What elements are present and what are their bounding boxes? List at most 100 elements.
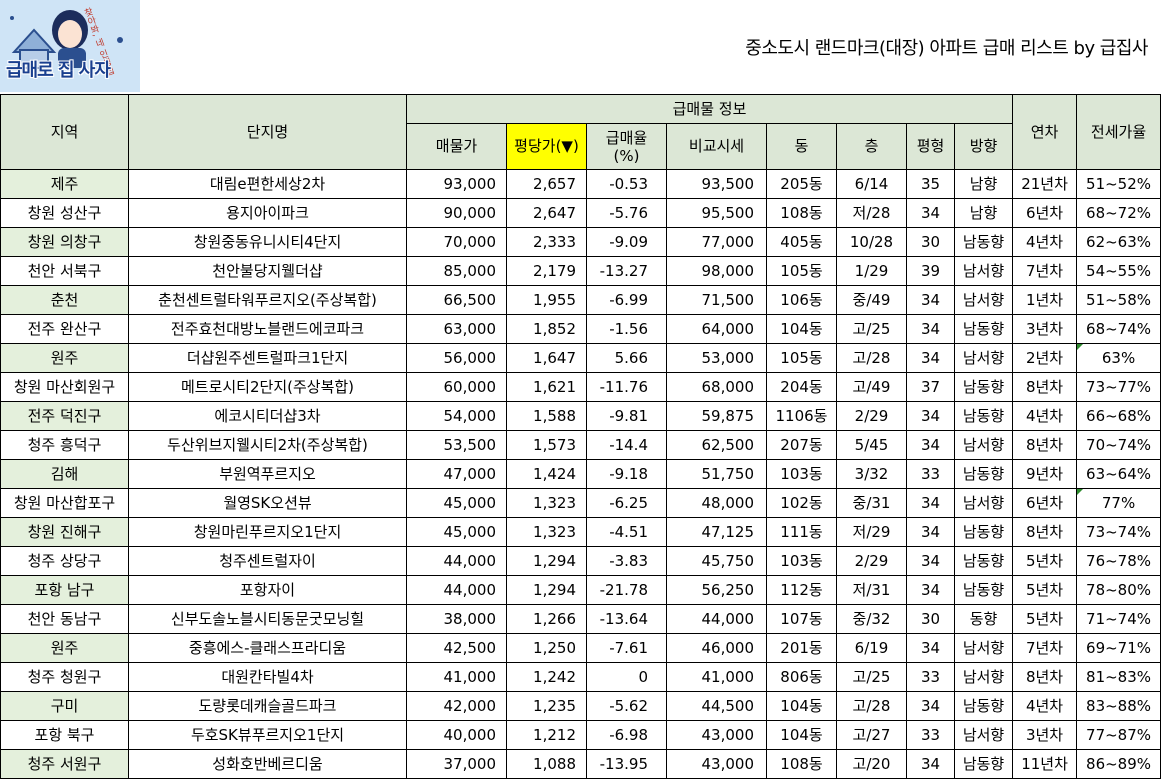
cell-discount-rate[interactable]: -6.99 <box>586 285 667 315</box>
cell-pyeong[interactable]: 34 <box>906 285 955 315</box>
cell-price-per-pyeong[interactable]: 1,621 <box>506 372 587 402</box>
table-row[interactable]: 춘천 춘천센트럴타워푸르지오(주상복합) 66,500 1,955 -6.99 … <box>0 285 1162 315</box>
cell-price-per-pyeong[interactable]: 1,212 <box>506 720 587 750</box>
cell-compare-price[interactable]: 64,000 <box>666 314 767 344</box>
table-row[interactable]: 청주 서원구 성화호반베르디움 37,000 1,088 -13.95 43,0… <box>0 749 1162 779</box>
cell-pyeong[interactable]: 37 <box>906 372 955 402</box>
cell-price-per-pyeong[interactable]: 1,955 <box>506 285 587 315</box>
cell-compare-price[interactable]: 45,750 <box>666 546 767 576</box>
cell-year[interactable]: 1년차 <box>1012 285 1078 315</box>
cell-direction[interactable]: 남서향 <box>953 430 1014 460</box>
cell-price[interactable]: 85,000 <box>406 256 507 286</box>
cell-floor[interactable]: 고/25 <box>836 662 907 692</box>
cell-floor[interactable]: 6/14 <box>836 169 907 199</box>
cell-complex[interactable]: 대원칸타빌4차 <box>128 662 407 692</box>
cell-compare-price[interactable]: 59,875 <box>666 401 767 431</box>
cell-direction[interactable]: 남동향 <box>953 691 1014 721</box>
cell-dong[interactable]: 104동 <box>766 314 837 344</box>
cell-year[interactable]: 3년차 <box>1012 314 1078 344</box>
cell-pyeong[interactable]: 34 <box>906 691 955 721</box>
cell-compare-price[interactable]: 98,000 <box>666 256 767 286</box>
header-compare-price[interactable]: 비교시세 <box>666 123 767 170</box>
cell-region[interactable]: 창원 의창구 <box>0 227 129 257</box>
cell-floor[interactable]: 6/19 <box>836 633 907 663</box>
cell-discount-rate[interactable]: 5.66 <box>586 343 667 373</box>
cell-price[interactable]: 70,000 <box>406 227 507 257</box>
cell-direction[interactable]: 남동향 <box>953 517 1014 547</box>
cell-dong[interactable]: 1106동 <box>766 401 837 431</box>
cell-jeonse-rate[interactable]: 77% <box>1076 488 1162 518</box>
cell-region[interactable]: 청주 흥덕구 <box>0 430 129 460</box>
cell-discount-rate[interactable]: -3.83 <box>586 546 667 576</box>
cell-pyeong[interactable]: 30 <box>906 604 955 634</box>
cell-price[interactable]: 44,000 <box>406 546 507 576</box>
header-floor[interactable]: 층 <box>836 123 907 170</box>
cell-dong[interactable]: 106동 <box>766 285 837 315</box>
cell-jeonse-rate[interactable]: 83~88% <box>1076 691 1162 721</box>
cell-jeonse-rate[interactable]: 70~74% <box>1076 430 1162 460</box>
cell-floor[interactable]: 고/20 <box>836 749 907 779</box>
cell-year[interactable]: 5년차 <box>1012 575 1078 605</box>
cell-region[interactable]: 청주 청원구 <box>0 662 129 692</box>
cell-price-per-pyeong[interactable]: 1,588 <box>506 401 587 431</box>
header-group-listing-info[interactable]: 급매물 정보 <box>405 94 1014 124</box>
cell-region[interactable]: 전주 완산구 <box>0 314 129 344</box>
cell-year[interactable]: 11년차 <box>1012 749 1078 779</box>
cell-complex[interactable]: 중흥에스-클래스프라디움 <box>128 633 407 663</box>
cell-discount-rate[interactable]: -6.98 <box>586 720 667 750</box>
cell-compare-price[interactable]: 68,000 <box>666 372 767 402</box>
table-row[interactable]: 창원 마산합포구 월영SK오션뷰 45,000 1,323 -6.25 48,0… <box>0 488 1162 518</box>
cell-compare-price[interactable]: 56,250 <box>666 575 767 605</box>
cell-complex[interactable]: 창원마린푸르지오1단지 <box>128 517 407 547</box>
cell-direction[interactable]: 남서향 <box>953 488 1014 518</box>
cell-floor[interactable]: 10/28 <box>836 227 907 257</box>
cell-price[interactable]: 45,000 <box>406 517 507 547</box>
cell-price-per-pyeong[interactable]: 2,333 <box>506 227 587 257</box>
cell-direction[interactable]: 남서향 <box>953 343 1014 373</box>
cell-jeonse-rate[interactable]: 54~55% <box>1076 256 1162 286</box>
cell-price[interactable]: 47,000 <box>406 459 507 489</box>
cell-jeonse-rate[interactable]: 81~83% <box>1076 662 1162 692</box>
cell-dong[interactable]: 205동 <box>766 169 837 199</box>
cell-complex[interactable]: 청주센트럴자이 <box>128 546 407 576</box>
cell-direction[interactable]: 남향 <box>953 169 1014 199</box>
cell-discount-rate[interactable]: -5.76 <box>586 198 667 228</box>
cell-dong[interactable]: 201동 <box>766 633 837 663</box>
cell-year[interactable]: 6년차 <box>1012 198 1078 228</box>
table-row[interactable]: 창원 성산구 용지아이파크 90,000 2,647 -5.76 95,500 … <box>0 198 1162 228</box>
cell-price-per-pyeong[interactable]: 1,088 <box>506 749 587 779</box>
cell-price-per-pyeong[interactable]: 1,250 <box>506 633 587 663</box>
cell-direction[interactable]: 남동향 <box>953 314 1014 344</box>
cell-jeonse-rate[interactable]: 66~68% <box>1076 401 1162 431</box>
cell-jeonse-rate[interactable]: 78~80% <box>1076 575 1162 605</box>
cell-price-per-pyeong[interactable]: 1,323 <box>506 488 587 518</box>
cell-floor[interactable]: 중/49 <box>836 285 907 315</box>
cell-pyeong[interactable]: 35 <box>906 169 955 199</box>
cell-jeonse-rate[interactable]: 51~58% <box>1076 285 1162 315</box>
header-price[interactable]: 매물가 <box>406 123 507 170</box>
cell-discount-rate[interactable]: -6.25 <box>586 488 667 518</box>
cell-price[interactable]: 60,000 <box>406 372 507 402</box>
cell-year[interactable]: 4년차 <box>1012 401 1078 431</box>
cell-compare-price[interactable]: 48,000 <box>666 488 767 518</box>
table-row[interactable]: 구미 도량롯데캐슬골드파크 42,000 1,235 -5.62 44,500 … <box>0 691 1162 721</box>
cell-compare-price[interactable]: 43,000 <box>666 720 767 750</box>
cell-price[interactable]: 44,000 <box>406 575 507 605</box>
cell-complex[interactable]: 신부도솔노블시티동문굿모닝힐 <box>128 604 407 634</box>
cell-price-per-pyeong[interactable]: 1,266 <box>506 604 587 634</box>
cell-jeonse-rate[interactable]: 73~74% <box>1076 517 1162 547</box>
cell-year[interactable]: 6년차 <box>1012 488 1078 518</box>
cell-price-per-pyeong[interactable]: 1,294 <box>506 575 587 605</box>
cell-discount-rate[interactable]: -14.4 <box>586 430 667 460</box>
cell-year[interactable]: 8년차 <box>1012 430 1078 460</box>
cell-year[interactable]: 9년차 <box>1012 459 1078 489</box>
cell-price-per-pyeong[interactable]: 2,647 <box>506 198 587 228</box>
cell-region[interactable]: 김해 <box>0 459 129 489</box>
cell-compare-price[interactable]: 43,000 <box>666 749 767 779</box>
cell-year[interactable]: 7년차 <box>1012 256 1078 286</box>
cell-region[interactable]: 창원 진해구 <box>0 517 129 547</box>
cell-pyeong[interactable]: 34 <box>906 749 955 779</box>
cell-complex[interactable]: 춘천센트럴타워푸르지오(주상복합) <box>128 285 407 315</box>
cell-compare-price[interactable]: 47,125 <box>666 517 767 547</box>
cell-pyeong[interactable]: 33 <box>906 720 955 750</box>
